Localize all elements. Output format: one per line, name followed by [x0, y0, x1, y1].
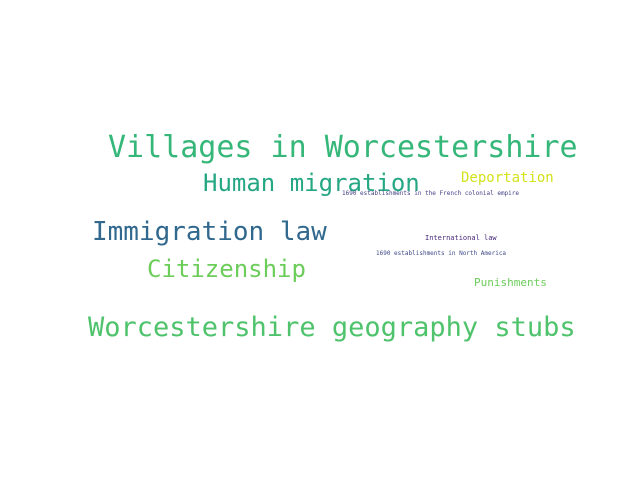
- word-1690-french-colonial-empire: 1690 establishments in the French coloni…: [342, 190, 520, 197]
- word-international-law: International law: [425, 234, 497, 242]
- word-1690-north-america: 1690 establishments in North America: [376, 250, 507, 257]
- word-worcestershire-geography-stubs: Worcestershire geography stubs: [88, 312, 576, 343]
- word-villages-in-worcestershire: Villages in Worcestershire: [108, 130, 578, 165]
- word-cloud: Villages in Worcestershire Worcestershir…: [0, 0, 640, 480]
- word-citizenship: Citizenship: [147, 255, 306, 283]
- word-deportation: Deportation: [461, 170, 554, 186]
- word-immigration-law: Immigration law: [92, 217, 327, 247]
- word-punishments: Punishments: [474, 276, 547, 289]
